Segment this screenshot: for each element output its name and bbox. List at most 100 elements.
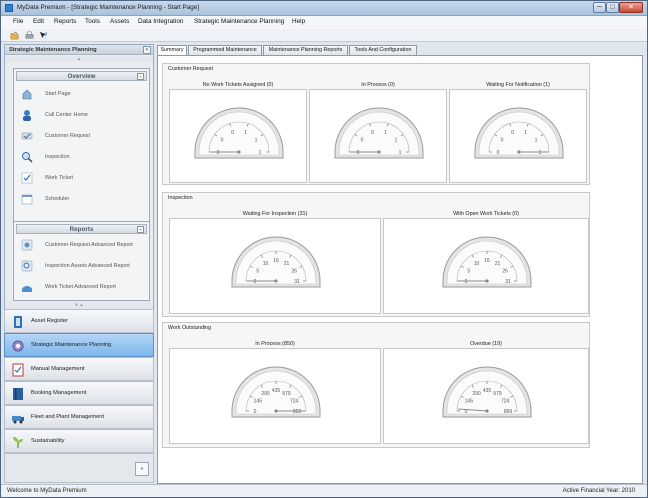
module-footer: »	[4, 453, 154, 483]
gauge-tick-label: 869	[504, 409, 513, 415]
group-work-outstanding: Work Outstanding In Process (850) 0 145 29…	[162, 322, 590, 448]
group-customer-request: Customer Request No Work Tickets Assigne…	[162, 63, 590, 185]
module-sustainability[interactable]: Sustainability	[4, 429, 154, 453]
group-title: Inspection	[168, 195, 193, 201]
summary-content: Customer Request No Work Tickets Assigne…	[157, 55, 643, 484]
start-page-icon	[22, 89, 32, 100]
gauge-pivot	[274, 279, 278, 283]
module-strategic-maintenance-planning[interactable]: Strategic Maintenance Planning	[4, 333, 154, 357]
nav-work-ticket[interactable]: Work Ticket	[18, 170, 146, 186]
title-bar[interactable]: MyData Premium - [Strategic Maintenance …	[1, 1, 647, 16]
gauge-no-work-tickets-assigned: No Work Tickets Assigned (0) 000111	[169, 82, 307, 183]
maintenance-planning-icon	[12, 340, 24, 352]
gauge-tick-label: 0	[511, 130, 514, 136]
menu-help[interactable]: Help	[292, 18, 305, 25]
gauge-tick-label: 1	[539, 150, 542, 156]
menu-file[interactable]: File	[13, 18, 23, 25]
scheduler-icon	[21, 194, 33, 205]
panel-splitter[interactable]: ▼ ▲	[5, 301, 153, 309]
gauge-tick-label: 724	[290, 399, 299, 405]
gauge-tick-label: 724	[501, 399, 510, 405]
gauge-tick-label: 10	[263, 261, 269, 267]
customer-request-report-icon	[21, 239, 33, 251]
nav-customer-request-report[interactable]: Customer Request Advanced Report	[18, 237, 146, 253]
gauge-tick-label: 579	[493, 391, 502, 397]
gauge-tick-label: 21	[284, 261, 290, 267]
gauge-overdue: Overdue (19) 0 145 290 435 579 724 869	[383, 341, 589, 444]
gauge-tick-label: 1	[255, 138, 258, 144]
help-icon[interactable]: ?	[39, 31, 48, 40]
reports-header[interactable]: Reports ˄	[16, 224, 147, 234]
module-manual-management[interactable]: Manual Management	[4, 357, 154, 381]
gauge-tick-label: 0	[231, 130, 234, 136]
gauge-tick-label: 31	[294, 279, 300, 285]
nav-scheduler[interactable]: Scheduler	[18, 191, 146, 207]
minimize-button[interactable]: ─	[593, 2, 606, 13]
gauge-tick-label: 435	[272, 388, 281, 394]
gauge-tick-label: 21	[495, 261, 501, 267]
call-center-icon	[23, 110, 31, 121]
nav-label: Customer Request	[45, 133, 90, 139]
more-modules-button[interactable]: »	[135, 462, 149, 476]
menu-reports[interactable]: Reports	[54, 18, 76, 25]
nav-start-page[interactable]: Start Page	[18, 86, 146, 102]
gauge-pivot	[485, 279, 489, 283]
status-welcome: Welcome to MyData Premium	[7, 488, 87, 494]
maximize-button[interactable]: □	[606, 2, 619, 13]
gauge-tick-label: 145	[254, 399, 263, 405]
print-icon[interactable]	[25, 31, 34, 40]
gauge-tick-label: 10	[474, 261, 480, 267]
menu-edit[interactable]: Edit	[33, 18, 44, 25]
nav-inspection-report[interactable]: Inspection Assets Advanced Report	[18, 258, 146, 274]
gauge-tick-label: 579	[282, 391, 291, 397]
collapse-reports-button[interactable]: ˄	[137, 226, 144, 233]
module-asset-register[interactable]: Asset Register	[4, 309, 154, 333]
menu-strategic-maintenance-planning[interactable]: Strategic Maintenance Planning	[194, 18, 284, 25]
gauge-title: In Process (850)	[255, 341, 295, 347]
nav-work-ticket-report[interactable]: Work Ticket Advanced Report	[18, 279, 146, 295]
group-title: Customer Request	[168, 66, 213, 72]
gauge-tick-label: 145	[465, 399, 474, 405]
gauge-title: Waiting For Notification (1)	[486, 82, 550, 88]
gauge-with-open-work-tickets: With Open Work Tickets (0) 0 5 10 16 21 26 31	[383, 211, 589, 314]
booking-icon	[13, 388, 23, 400]
window-title: MyData Premium - [Strategic Maintenance …	[17, 4, 199, 11]
close-button[interactable]: ✕	[619, 2, 643, 13]
gauge-tick-label: 0	[217, 150, 220, 156]
gauge-tick-label: 1	[244, 130, 247, 136]
menu-tools[interactable]: Tools	[85, 18, 100, 25]
module-label: Strategic Maintenance Planning	[31, 342, 112, 348]
nav-label: Scheduler	[45, 196, 70, 202]
gauge-tick-label: 26	[502, 269, 508, 275]
scroll-up-grip[interactable]: ▲	[5, 56, 153, 62]
module-label: Manual Management	[31, 366, 85, 372]
inspection-report-icon	[21, 260, 33, 272]
collapse-overview-button[interactable]: ˄	[137, 73, 144, 80]
app-window: MyData Premium - [Strategic Maintenance …	[0, 0, 648, 498]
gauge-pivot	[377, 150, 381, 154]
menu-bar: File Edit Reports Tools Assets Data Inte…	[1, 16, 647, 29]
nav-call-center-home[interactable]: Call Center Home	[18, 107, 146, 123]
module-fleet-and-plant-management[interactable]: Fleet and Plant Management	[4, 405, 154, 429]
gauge-tick-label: 26	[291, 269, 297, 275]
gauge-pivot	[485, 409, 489, 413]
menu-assets[interactable]: Assets	[110, 18, 129, 25]
gauge-pivot	[237, 150, 241, 154]
nav-label: Customer Request Advanced Report	[45, 242, 133, 248]
gauge-tick-label: 0	[501, 138, 504, 144]
nav-customer-request[interactable]: Customer Request	[18, 128, 146, 144]
module-label: Sustainability	[31, 438, 65, 444]
status-financial-year: Active Financial Year: 2010	[562, 488, 635, 494]
overview-header[interactable]: Overview ˄	[16, 71, 147, 81]
gauge-waiting-for-notification: Waiting For Notification (1) 000111	[449, 82, 587, 183]
gauge-tick-label: 869	[293, 409, 302, 415]
menu-data-integration[interactable]: Data Integration	[138, 18, 183, 25]
collapse-panel-button[interactable]: <	[143, 46, 151, 54]
gauge-tick-label: 0	[371, 130, 374, 136]
gauge-tick-label: 5	[256, 269, 259, 275]
module-booking-management[interactable]: Booking Management	[4, 381, 154, 405]
open-icon[interactable]	[10, 31, 19, 40]
nav-inspection[interactable]: Inspection	[18, 149, 146, 165]
gauge-tick-label: 1	[399, 150, 402, 156]
gauge-tick-label: 5	[467, 269, 470, 275]
